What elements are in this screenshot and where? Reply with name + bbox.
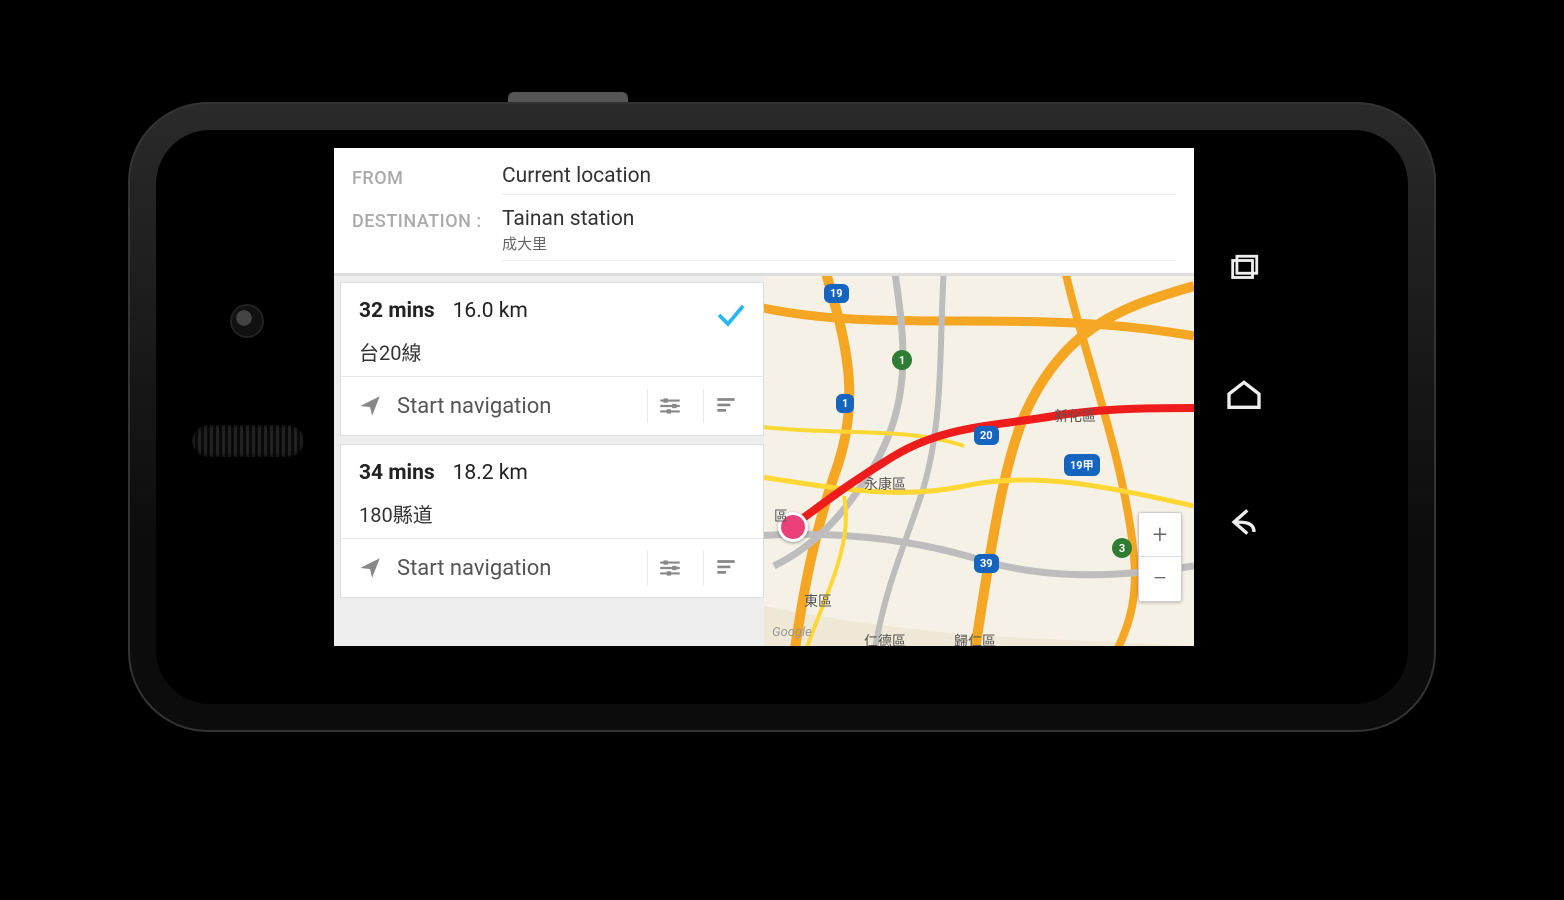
sliders-icon (657, 393, 683, 419)
destination-value: Tainan station (502, 207, 1176, 231)
app-body: 32 mins16.0 km台20線Start navigation34 min… (334, 276, 1194, 646)
destination-label: DESTINATION : (352, 207, 502, 232)
selected-check-icon (713, 297, 749, 333)
from-value: Current location (502, 164, 1176, 188)
home-icon[interactable] (1224, 374, 1264, 414)
map-place-label: 歸仁區 (954, 631, 996, 646)
list-icon (713, 555, 739, 581)
power-button (508, 92, 628, 102)
map-place-label: 仁德區 (864, 631, 906, 646)
from-label: FROM (352, 164, 502, 189)
sliders-icon (657, 555, 683, 581)
map-place-label: 東區 (804, 591, 832, 611)
route-timing: 34 mins18.2 km (359, 461, 745, 485)
route-list[interactable]: 32 mins16.0 km台20線Start navigation34 min… (334, 276, 764, 646)
route-options-button[interactable] (647, 389, 691, 423)
destination-sub: 成大里 (502, 233, 1176, 254)
route-shield-icon: 20 (974, 426, 999, 445)
navigation-app: FROM Current location DESTINATION : Tain… (334, 148, 1194, 646)
route-via: 180縣道 (359, 499, 745, 528)
list-icon (713, 393, 739, 419)
phone-frame: FROM Current location DESTINATION : Tain… (128, 102, 1436, 732)
route-header: FROM Current location DESTINATION : Tain… (334, 148, 1194, 276)
navigate-icon (357, 555, 383, 581)
route-steps-button[interactable] (703, 389, 747, 423)
front-camera (232, 306, 262, 336)
map-place-label: 新化區 (1054, 406, 1096, 426)
map-place-label: 區 (774, 506, 788, 526)
map-place-label: 永康區 (864, 474, 906, 494)
from-row[interactable]: FROM Current location (352, 158, 1176, 201)
route-shield-icon: 39 (974, 554, 999, 573)
map-view[interactable]: 新化區永康區區東區仁德區 歸仁區 19 1 1 20 19甲 39 3 + − Google (764, 276, 1194, 646)
route-options-button[interactable] (647, 551, 691, 585)
route-shield-icon: 1 (836, 394, 854, 413)
start-navigation-button[interactable]: Start navigation (357, 555, 635, 581)
zoom-control: + − (1138, 512, 1182, 602)
route-shield-icon: 1 (892, 350, 912, 370)
map-attribution: Google (772, 625, 812, 640)
zoom-out-button[interactable]: − (1139, 557, 1181, 601)
route-card[interactable]: 34 mins18.2 km 180縣道 Start navigation (340, 444, 764, 598)
zoom-in-button[interactable]: + (1139, 513, 1181, 557)
earpiece-speaker (192, 425, 304, 457)
route-steps-button[interactable] (703, 551, 747, 585)
route-shield-icon: 3 (1112, 538, 1132, 558)
start-navigation-button[interactable]: Start navigation (357, 393, 635, 419)
screen: FROM Current location DESTINATION : Tain… (334, 148, 1294, 646)
route-shield-icon: 19 (824, 284, 849, 303)
destination-row[interactable]: DESTINATION : Tainan station 成大里 (352, 201, 1176, 267)
route-via: 台20線 (359, 337, 745, 366)
back-icon[interactable] (1224, 502, 1264, 542)
route-shield-icon: 19甲 (1064, 454, 1100, 476)
recent-apps-icon[interactable] (1227, 252, 1261, 286)
android-nav-bar (1194, 148, 1294, 646)
route-card[interactable]: 32 mins16.0 km 台20線 Start navigation (340, 282, 764, 436)
route-timing: 32 mins16.0 km (359, 299, 745, 323)
navigate-icon (357, 393, 383, 419)
phone-bezel: FROM Current location DESTINATION : Tain… (156, 130, 1408, 704)
